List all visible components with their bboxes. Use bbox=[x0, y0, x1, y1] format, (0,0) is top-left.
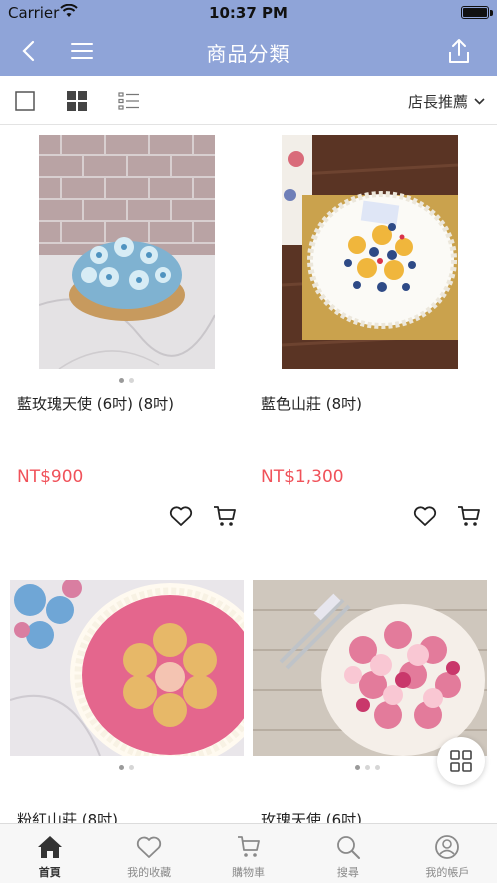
grid-outline-icon bbox=[450, 750, 472, 772]
tab-label: 首頁 bbox=[38, 866, 61, 879]
tab-account[interactable]: 我的帳戶 bbox=[398, 824, 497, 883]
product-name[interactable]: 玫瑰天使 (6吋) bbox=[261, 809, 362, 823]
list-view-button[interactable] bbox=[117, 89, 141, 113]
favorite-button[interactable] bbox=[412, 503, 438, 529]
sort-label: 店長推薦 bbox=[407, 93, 468, 111]
favorite-button[interactable] bbox=[168, 503, 194, 529]
pager-dot bbox=[119, 378, 124, 383]
product-card[interactable]: 藍玫瑰天使 (6吋) (8吋) NT$900 bbox=[0, 126, 248, 566]
product-name[interactable]: 藍玫瑰天使 (6吋) (8吋) bbox=[17, 393, 174, 414]
cart-icon bbox=[214, 506, 236, 526]
pager-dot bbox=[129, 378, 134, 383]
pager-dot bbox=[355, 765, 360, 770]
product-image-pink-mountain-cake[interactable] bbox=[10, 580, 244, 756]
tab-cart[interactable]: 購物車 bbox=[199, 824, 298, 883]
tab-label: 我的收藏 bbox=[127, 866, 172, 879]
tab-search[interactable]: 搜尋 bbox=[298, 824, 397, 883]
pager-dot bbox=[365, 765, 370, 770]
tab-bar: 首頁 我的收藏 購物車 搜尋 我的帳戶 bbox=[0, 823, 497, 883]
share-icon bbox=[449, 39, 469, 63]
product-name[interactable]: 粉紅山莊 (8吋) bbox=[17, 809, 118, 823]
list-icon bbox=[118, 92, 139, 110]
view-toolbar: 店長推薦 bbox=[0, 76, 497, 125]
single-view-button[interactable] bbox=[13, 89, 37, 113]
home-icon bbox=[36, 833, 64, 861]
product-price: NT$900 bbox=[17, 467, 84, 487]
grid-view-button[interactable] bbox=[65, 89, 89, 113]
product-image-blue-mountain-cake[interactable] bbox=[282, 135, 458, 369]
add-to-cart-button[interactable] bbox=[456, 503, 482, 529]
cart-icon bbox=[235, 833, 263, 861]
nav-bar: 商品分類 bbox=[0, 26, 497, 76]
heart-icon bbox=[135, 833, 163, 861]
page-title: 商品分類 bbox=[206, 42, 291, 66]
battery-tip bbox=[490, 10, 493, 16]
product-actions bbox=[412, 503, 482, 529]
image-pager-dots bbox=[355, 765, 380, 770]
clock: 10:37 PM bbox=[209, 4, 288, 22]
tab-home[interactable]: 首頁 bbox=[0, 824, 99, 883]
product-grid: 藍玫瑰天使 (6吋) (8吋) NT$900 藍色山莊 (8吋) NT$1,30… bbox=[0, 126, 497, 823]
product-price: NT$1,300 bbox=[261, 467, 344, 487]
account-icon bbox=[433, 833, 461, 861]
heart-icon bbox=[413, 506, 437, 526]
sort-dropdown[interactable]: 店長推薦 bbox=[408, 91, 485, 112]
single-square-icon bbox=[15, 91, 35, 111]
tab-favorites[interactable]: 我的收藏 bbox=[99, 824, 198, 883]
add-to-cart-button[interactable] bbox=[212, 503, 238, 529]
category-fab-button[interactable] bbox=[437, 737, 485, 785]
product-card[interactable]: 粉紅山莊 (8吋) bbox=[0, 570, 248, 823]
pager-dot bbox=[119, 765, 124, 770]
chevron-down-icon bbox=[474, 98, 485, 105]
image-pager-dots bbox=[119, 765, 134, 770]
product-actions bbox=[168, 503, 238, 529]
search-icon bbox=[334, 833, 362, 861]
tab-label: 購物車 bbox=[232, 866, 266, 879]
grid-icon bbox=[67, 91, 87, 111]
share-button[interactable] bbox=[441, 34, 477, 68]
product-name[interactable]: 藍色山莊 (8吋) bbox=[261, 393, 362, 414]
tab-label: 搜尋 bbox=[336, 866, 359, 879]
pager-dot bbox=[129, 765, 134, 770]
product-card[interactable]: 玫瑰天使 (6吋) bbox=[249, 570, 497, 823]
image-pager-dots bbox=[119, 378, 134, 383]
tab-label: 我的帳戶 bbox=[425, 866, 470, 879]
pager-dot bbox=[375, 765, 380, 770]
product-card[interactable]: 藍色山莊 (8吋) NT$1,300 bbox=[249, 126, 497, 566]
heart-icon bbox=[169, 506, 193, 526]
status-bar: Carrier 10:37 PM bbox=[0, 0, 497, 26]
product-image-rose-angel-cake[interactable] bbox=[253, 580, 487, 756]
battery-icon bbox=[461, 6, 489, 19]
cart-icon bbox=[458, 506, 480, 526]
product-image-blue-rose-cake[interactable] bbox=[39, 135, 215, 369]
